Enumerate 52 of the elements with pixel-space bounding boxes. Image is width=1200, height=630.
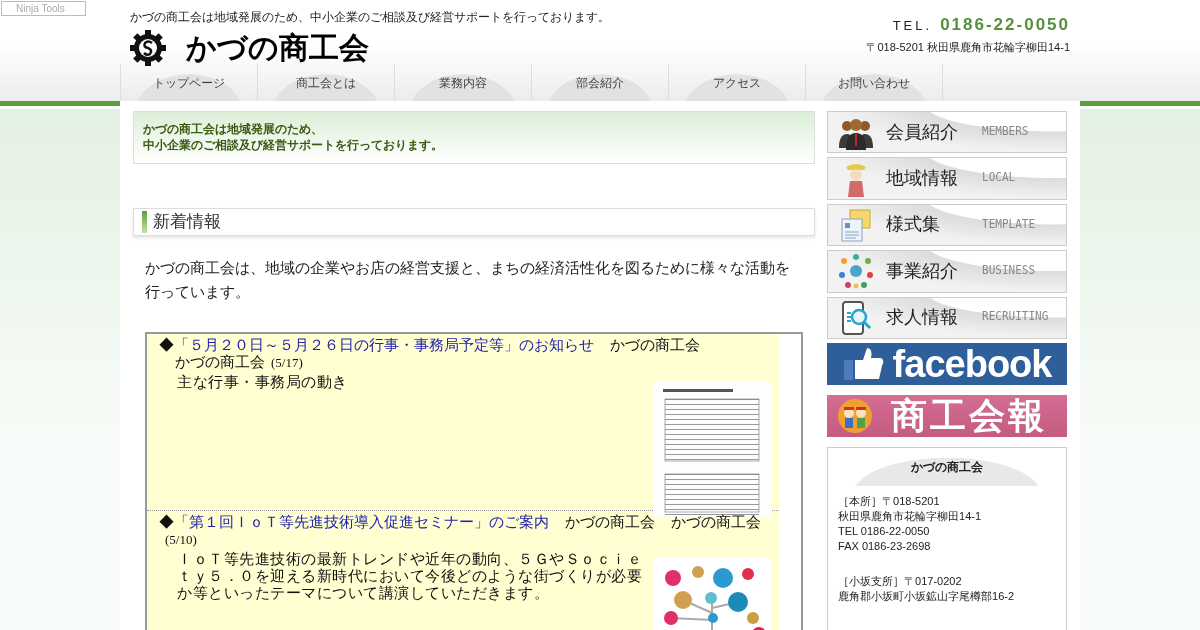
menu-subtitle: RECRUITING (982, 308, 1049, 326)
menu-subtitle: TEMPLATE (982, 215, 1036, 234)
news-date: (5/10) (165, 531, 197, 547)
news-author: かづの商工会 (175, 352, 265, 370)
bullet-marker: ◆ (159, 512, 174, 530)
side-menu-banner[interactable]: 会員紹介 MEMBERS (827, 111, 1067, 154)
network-icon (838, 253, 875, 290)
menu-subtitle: LOCAL (982, 169, 1016, 187)
news-author: かづの商工会 (565, 512, 655, 530)
newsletter-banner[interactable]: 商工会報 (827, 395, 1067, 438)
news-title-link[interactable]: 「第１回ＩｏＴ等先進技術導入促進セミナー」のご案内 (174, 512, 549, 530)
tel-label: TEL. (892, 17, 933, 35)
phone-number: 0186-22-0050 (940, 14, 1070, 36)
info-line: FAX 0186-23-2698 (838, 539, 932, 555)
side-menu-banner[interactable]: 事業紹介 BUSINESS (827, 250, 1067, 293)
newsletter-label: 商工会報 (891, 398, 1048, 435)
address: 〒018-5201 秋田県鹿角市花輪字柳田14-1 (866, 39, 1070, 55)
menu-subtitle: BUSINESS (982, 262, 1036, 280)
menu-label: 事業紹介 (886, 259, 960, 283)
heading-accent-bar (142, 210, 147, 233)
info-line: 鹿角郡小坂町小坂鉱山字尾樽部16-2 (838, 589, 1016, 605)
side-menu-banner[interactable]: 求人情報 RECRUITING (827, 296, 1067, 339)
news-body: 主な行事・事務局の動き (177, 372, 349, 392)
children-icon (837, 398, 874, 435)
side-menu-banner[interactable]: 地域情報 LOCAL (827, 157, 1067, 200)
bullet-marker: ◆ (159, 335, 174, 353)
intro-text: 中小企業のご相談及び経営サポートを行っております。 (143, 137, 444, 153)
info-card-title: かづの商工会 (911, 459, 983, 477)
info-line: TEL 0186-22-0050 (838, 524, 931, 540)
thumbs-up-icon (842, 346, 885, 382)
news-author: かづの商工会 (610, 335, 700, 353)
site-title[interactable]: かづの商工会 (186, 33, 369, 63)
section-title: 新着情報 (153, 211, 221, 233)
intro-text: かづの商工会は地域発展のため、 (143, 121, 324, 137)
tagline: かづの商工会は地域発展のため、中小企業のご相談及び経営サポートを行っております。 (130, 9, 610, 26)
side-menu-banner[interactable]: 様式集 TEMPLATE (827, 203, 1067, 247)
menu-subtitle: MEMBERS (982, 123, 1029, 141)
news-author: かづの商工会 (671, 512, 761, 530)
menu-label: 地域情報 (886, 167, 960, 191)
lead-paragraph: かづの商工会は、地域の企業やお店の経営支援と、まちの経済活性化を図るために様々な活動を行っています。 (144, 257, 791, 302)
news-body: ＩｏＴ等先進技術の最新トレンドや近年の動向、５ＧやＳｏｃｉｅｔｙ５．０を迎える新時代において今後どのような街づくりが必要か等といったテーマについて講演していただきます。 (177, 549, 643, 603)
menu-label: 求人情報 (886, 306, 960, 330)
news-title-link[interactable]: 「５月２０日～５月２６日の行事・事務局予定等」のお知らせ (174, 335, 594, 353)
menu-label: 様式集 (886, 213, 942, 237)
info-line: ［小坂支所］〒017-0202 (838, 574, 963, 590)
facebook-banner[interactable]: facebook (827, 342, 1067, 386)
info-line: ［本所］〒018-5201 (838, 494, 941, 510)
info-line: 秋田県鹿角市花輪字柳田14-1 (838, 509, 983, 525)
news-date: (5/17) (271, 354, 303, 370)
menu-label: 会員紹介 (886, 120, 960, 144)
gear-logo-icon (130, 30, 166, 66)
facebook-label: facebook (892, 345, 1052, 383)
